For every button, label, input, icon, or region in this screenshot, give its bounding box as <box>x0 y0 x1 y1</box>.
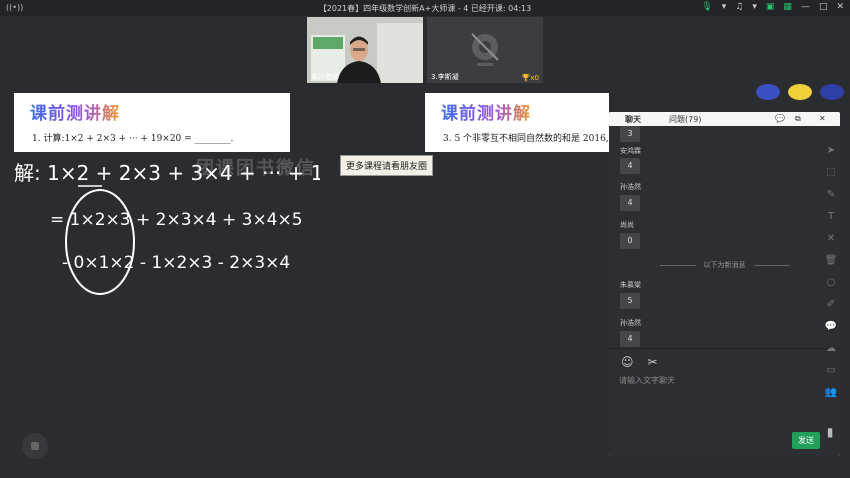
maximize-icon[interactable]: □ <box>819 2 828 12</box>
scissors-icon[interactable]: ✂ <box>648 355 658 369</box>
message-bubble: 0 <box>620 233 640 249</box>
message-bubble: 3 <box>620 126 640 142</box>
chat-input[interactable]: 请输入文字聊天 <box>619 375 675 386</box>
edit-icon[interactable]: ✐ <box>820 294 842 316</box>
message-bubble: 4 <box>620 195 640 211</box>
pointer-icon[interactable]: ➤ <box>820 140 842 162</box>
handwritten-line-2: = 1×2×3 + 2×3×4 + 3×4×5 <box>50 210 303 230</box>
send-button[interactable]: 发送 <box>792 432 820 449</box>
whiteboard-toolbar: ➤ ⬚ ✎ T ✕ 🗑 ○ ✐ 💬 ☁ ▭ 👥 <box>820 140 842 440</box>
close-icon[interactable]: ✕ <box>836 2 844 12</box>
emoji-icon[interactable]: ☺ <box>621 355 634 369</box>
message-sender: 安鸿霖 <box>620 147 641 155</box>
camera-icon[interactable]: ▣ <box>766 2 775 12</box>
floating-action-button[interactable] <box>22 433 48 459</box>
teacher-name: 栗汁老师 <box>311 73 339 81</box>
close-icon[interactable]: ✕ <box>819 114 826 123</box>
trophy-count: 🏆x0 <box>521 74 539 82</box>
student-name: 3.李斯凝 <box>431 73 459 81</box>
comment-icon[interactable]: 💬 <box>775 114 785 123</box>
trash-icon[interactable]: 🗑 <box>820 250 842 272</box>
mic-icon[interactable]: 🎙 <box>701 2 712 12</box>
users-icon[interactable]: 👥 <box>820 382 842 404</box>
decorative-balls <box>756 84 844 100</box>
layout-icon[interactable]: ▦ <box>783 2 792 12</box>
pen-icon[interactable]: ✎ <box>820 184 842 206</box>
select-icon[interactable]: ⬚ <box>820 162 842 184</box>
tab-questions[interactable]: 问题(79) <box>669 114 701 125</box>
title-bar: ((•)) 【2021春】四年级数学创新A+大师课 - 4 已经开课: 04:1… <box>0 0 850 16</box>
message-sender: 朱慕棠 <box>620 281 641 289</box>
box-icon[interactable]: ▭ <box>820 360 842 382</box>
shapes-icon[interactable]: ○ <box>820 272 842 294</box>
promo-tag: 更多课程请看朋友圈 <box>340 155 434 176</box>
new-messages-divider: 以下为新消息 <box>609 260 840 270</box>
chat-tabs: 聊天 问题(79) 💬 ⧉ ✕ <box>609 112 840 126</box>
tab-chat[interactable]: 聊天 <box>625 114 641 125</box>
headset-icon[interactable]: ♫ <box>735 2 743 12</box>
chat-panel: 聊天 问题(79) 💬 ⧉ ✕ 3 安鸿霖 4 孙浩然 4 尚尚 0 以下为新消… <box>609 112 840 456</box>
question-text: 1. 计算:1×2 + 2×3 + ··· + 19×20 = ________… <box>32 134 234 144</box>
student-video[interactable]: 3.李斯凝 🏆x0 <box>427 17 543 83</box>
message-sender: 孙浩然 <box>620 319 641 327</box>
message-list[interactable]: 3 安鸿霖 4 孙浩然 4 尚尚 0 以下为新消息 朱慕棠 5 孙浩然 4 <box>609 126 840 348</box>
chart-icon[interactable]: ▮ <box>820 422 840 442</box>
message-bubble: 5 <box>620 293 640 309</box>
handwritten-circle <box>65 189 135 295</box>
popout-icon[interactable]: ⧉ <box>795 114 801 124</box>
headset-chevron-down-icon[interactable]: ▾ <box>752 2 757 12</box>
message-bubble: 4 <box>620 158 640 174</box>
minimize-icon[interactable]: — <box>801 2 810 12</box>
message-sender: 孙浩然 <box>620 183 641 191</box>
message-bubble: 4 <box>620 331 640 347</box>
handwriting-layer: 解: 1×2 + 2×3 + 3×4 + ··· + 19×20 = 1×2×3… <box>14 161 320 295</box>
cloud-icon[interactable]: ☁ <box>820 338 842 360</box>
card-title: 课前测讲解 <box>30 99 120 124</box>
question-card-3: 课前测讲解 3. 5 个非零互不相同自然数的和是 2016, <box>425 93 609 152</box>
teacher-video[interactable]: 栗汁老师 <box>307 17 423 83</box>
handwritten-line-1: 解: 1×2 + 2×3 + 3×4 + ··· + 19×20 <box>14 161 320 185</box>
card-title: 课前测讲解 <box>441 99 531 124</box>
question-card-1: 课前测讲解 1. 计算:1×2 + 2×3 + ··· + 19×20 = __… <box>14 93 290 152</box>
text-icon[interactable]: T <box>820 206 842 228</box>
message-sender: 尚尚 <box>620 221 634 229</box>
chat-bubble-icon[interactable]: 💬 <box>820 316 842 338</box>
clear-icon[interactable]: ✕ <box>820 228 842 250</box>
mic-chevron-down-icon[interactable]: ▾ <box>722 2 727 12</box>
handwritten-line-3: - 0×1×2 - 1×2×3 - 2×3×4 <box>62 253 290 273</box>
chat-input-area[interactable]: ☺ ✂ 请输入文字聊天 发送 <box>609 348 840 456</box>
question-text: 3. 5 个非零互不相同自然数的和是 2016, <box>443 134 609 144</box>
